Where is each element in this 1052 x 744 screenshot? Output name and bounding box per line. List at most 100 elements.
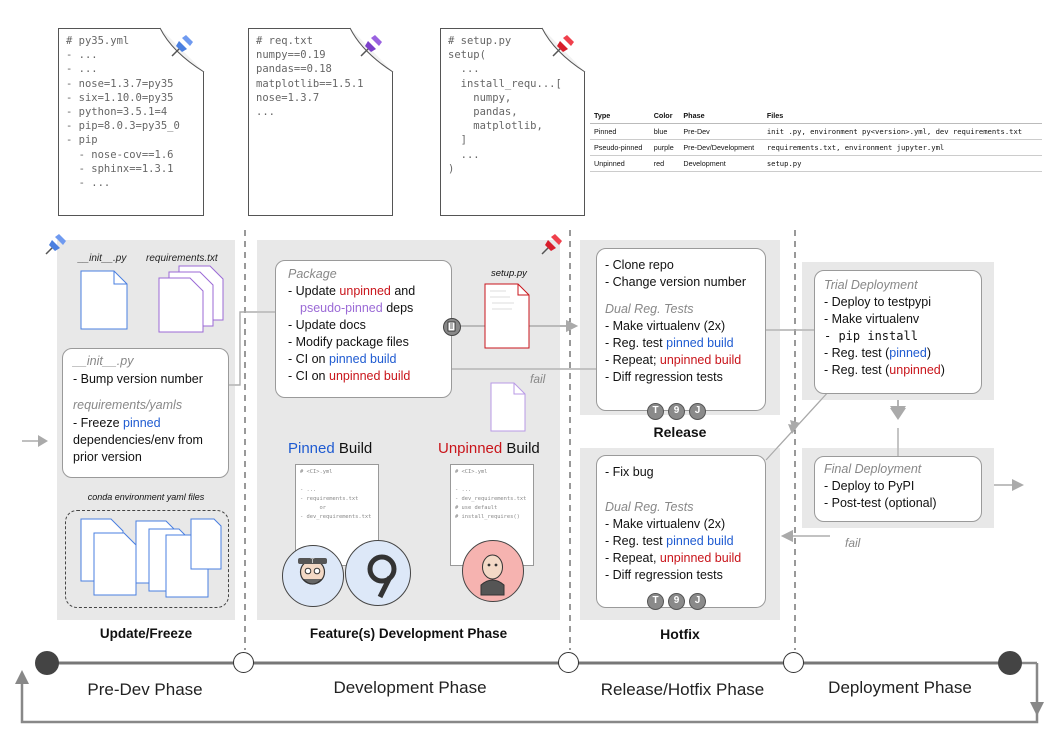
conda-env-files-group bbox=[65, 510, 229, 608]
freeze-card-bump-version: - Bump version number bbox=[73, 372, 203, 386]
final-post-test: - Post-test (optional) bbox=[824, 496, 937, 510]
reg-test-text: - Reg. test bbox=[605, 336, 667, 350]
development-phase-title: Feature(s) Development Phase bbox=[309, 626, 508, 641]
jenkins-small-icon: J bbox=[689, 593, 706, 610]
reg-test-text: - Reg. test ( bbox=[824, 346, 890, 360]
red-pin-icon bbox=[541, 234, 562, 255]
deps-text: deps bbox=[382, 301, 414, 315]
unpinned-build-text: unpinned build bbox=[659, 551, 742, 565]
release-dual-tests-heading: Dual Reg. Tests bbox=[605, 302, 694, 316]
and-text: and bbox=[390, 284, 416, 298]
pinned-ci-yml-content: # <CI>.yml - ... - requirements.txt or -… bbox=[300, 469, 372, 520]
build-word: Build bbox=[334, 440, 373, 457]
setup-py-mini-doc bbox=[484, 283, 530, 349]
pinned-text: pinned bbox=[123, 416, 161, 430]
pinned-build-text: pinned build bbox=[666, 534, 734, 548]
package-archive-icon bbox=[443, 318, 461, 336]
jenkins-icon bbox=[462, 540, 524, 602]
release-diff-tests: - Diff regression tests bbox=[605, 370, 723, 384]
hotfix-fail-label: fail bbox=[845, 536, 861, 550]
trial-deploy-testpypi: - Deploy to testpypi bbox=[824, 295, 931, 309]
circleci-small-icon: 9 bbox=[668, 593, 685, 610]
freeze-card-title-reqs: requirements/yamls bbox=[73, 398, 183, 412]
final-deployment-heading: Final Deployment bbox=[824, 462, 922, 476]
final-deploy-pypi: - Deploy to PyPI bbox=[824, 479, 915, 493]
hotfix-make-venv: - Make virtualenv (2x) bbox=[605, 517, 726, 531]
trial-reg-test-unpinned: - Reg. test (unpinned) bbox=[824, 362, 945, 379]
init-py-file-icon bbox=[80, 270, 128, 330]
trial-reg-test-pinned: - Reg. test (pinned) bbox=[824, 345, 931, 362]
conda-env-label: conda environment yaml files bbox=[87, 492, 205, 502]
purple-file-icon bbox=[490, 382, 526, 432]
package-modify-files: - Modify package files bbox=[288, 335, 409, 349]
pinned-word: Pinned bbox=[288, 440, 335, 457]
hotfix-fix-bug: - Fix bug bbox=[605, 465, 654, 479]
unpinned-ci-yml-content: # <CI>.yml - ... - dev_requirements.txt … bbox=[455, 469, 527, 520]
requirements-txt-file-label: requirements.txt bbox=[146, 253, 218, 264]
release-fail-label: fail bbox=[530, 372, 546, 386]
unpinned-text: unpinned bbox=[339, 284, 391, 298]
hotfix-dual-tests-heading: Dual Reg. Tests bbox=[605, 500, 694, 514]
package-ci-unpinned: - CI on unpinned build bbox=[288, 368, 410, 385]
release-reg-test-pinned: - Reg. test pinned build bbox=[605, 335, 734, 352]
release-change-version: - Change version number bbox=[605, 275, 747, 289]
freeze-card-title-init: __init__.py bbox=[73, 354, 134, 368]
package-heading: Package bbox=[288, 267, 337, 281]
ci-on-text: - CI on bbox=[288, 369, 329, 383]
pseudo-pinned-text: pseudo-pinned bbox=[300, 301, 383, 315]
package-pseudo-pinned: pseudo-pinned deps bbox=[300, 300, 413, 317]
svg-text:T: T bbox=[310, 558, 315, 565]
blue-pin-icon bbox=[45, 234, 66, 255]
release-make-venv: - Make virtualenv (2x) bbox=[605, 319, 726, 333]
hotfix-card: - Fix bug Dual Reg. Tests - Make virtual… bbox=[596, 455, 766, 608]
paren-text: ) bbox=[926, 346, 932, 360]
trial-deployment-card: Trial Deployment - Deploy to testpypi - … bbox=[814, 270, 982, 394]
package-card: Package - Update unpinned and pseudo-pin… bbox=[275, 260, 452, 398]
repeat-text: - Repeat, bbox=[605, 551, 660, 565]
circleci-small-icon: 9 bbox=[668, 403, 685, 420]
paren-text: ) bbox=[940, 363, 945, 377]
unpinned-text: unpinned bbox=[889, 363, 941, 377]
freeze-card-prior-line: prior version bbox=[73, 450, 142, 464]
unpinned-build-label: Unpinned Build bbox=[438, 440, 540, 457]
travis-ci-small-icon: T bbox=[647, 403, 664, 420]
pinned-build-text: pinned build bbox=[329, 352, 397, 366]
update-text: - Update bbox=[288, 284, 340, 298]
setup-py-label: setup.py bbox=[491, 268, 527, 279]
release-title: Release bbox=[653, 424, 707, 440]
jenkins-small-icon: J bbox=[689, 403, 706, 420]
pinned-text: pinned bbox=[889, 346, 927, 360]
release-repeat-unpinned: - Repeat; unpinned build bbox=[605, 352, 741, 369]
hotfix-title: Hotfix bbox=[660, 626, 700, 642]
unpinned-build-text: unpinned build bbox=[659, 353, 742, 367]
unpinned-word: Unpinned bbox=[438, 440, 503, 457]
build-word: Build bbox=[502, 440, 540, 457]
final-deployment-card: Final Deployment - Deploy to PyPI - Post… bbox=[814, 456, 982, 522]
trial-pip-install: - pip install bbox=[824, 329, 918, 343]
repeat-text: - Repeat; bbox=[605, 353, 660, 367]
release-clone-repo: - Clone repo bbox=[605, 258, 674, 272]
travis-ci-icon: T bbox=[282, 545, 344, 607]
package-ci-pinned: - CI on pinned build bbox=[288, 351, 396, 368]
travis-ci-small-icon: T bbox=[647, 593, 664, 610]
init-py-file-label: __init__.py bbox=[78, 253, 127, 264]
circleci-icon bbox=[345, 540, 411, 606]
hotfix-reg-test-pinned: - Reg. test pinned build bbox=[605, 533, 734, 550]
freeze-card-freeze-line: - Freeze pinned bbox=[73, 415, 161, 432]
pinned-build-text: pinned build bbox=[666, 336, 734, 350]
unpinned-build-text: unpinned build bbox=[329, 369, 411, 383]
reg-test-text: - Reg. test bbox=[605, 534, 667, 548]
trial-make-venv: - Make virtualenv bbox=[824, 312, 920, 326]
requirements-txt-file-icon bbox=[158, 265, 228, 335]
reg-test-text: - Reg. test ( bbox=[824, 363, 890, 377]
trial-deployment-heading: Trial Deployment bbox=[824, 278, 918, 292]
package-update-unpinned: - Update unpinned and bbox=[288, 283, 415, 300]
update-freeze-title: Update/Freeze bbox=[99, 626, 193, 641]
freeze-card: __init__.py - Bump version number requir… bbox=[62, 348, 229, 478]
freeze-text: - Freeze bbox=[73, 416, 124, 430]
ci-on-text: - CI on bbox=[288, 352, 329, 366]
freeze-card-deps-line: dependencies/env from bbox=[73, 433, 203, 447]
hotfix-diff-tests: - Diff regression tests bbox=[605, 568, 723, 582]
pinned-build-label: Pinned Build bbox=[288, 440, 372, 457]
package-update-docs: - Update docs bbox=[288, 318, 366, 332]
